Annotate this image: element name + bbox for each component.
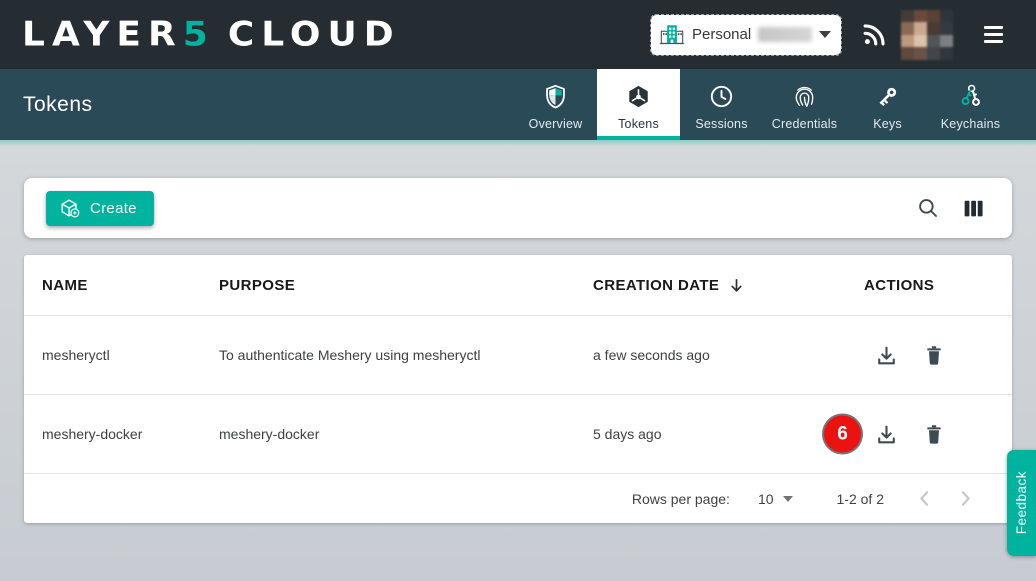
- table-row-meshery-docker: meshery-docker meshery-docker 5 days ago: [24, 395, 1012, 474]
- avatar[interactable]: [901, 10, 953, 60]
- tokens-table: NAME PURPOSE CREATION DATE ACTIONS meshe…: [24, 255, 1012, 523]
- tab-bar: Overview Tokens: [514, 69, 1012, 140]
- column-header-purpose[interactable]: PURPOSE: [219, 277, 593, 294]
- delete-token-button[interactable]: [920, 420, 948, 448]
- shield-icon: [542, 83, 569, 110]
- organization-building-icon: [659, 22, 685, 48]
- column-header-label: CREATION DATE: [593, 277, 719, 294]
- fingerprint-icon: [791, 83, 818, 110]
- tab-label: Credentials: [772, 117, 837, 131]
- subnav: Tokens Overview: [0, 69, 1036, 140]
- cell-purpose: meshery-docker: [219, 426, 593, 442]
- page-title: Tokens: [23, 93, 93, 117]
- token-cube-icon: [625, 83, 652, 110]
- rows-per-page-select[interactable]: 10: [752, 490, 799, 508]
- create-button-label: Create: [90, 200, 137, 217]
- tab-label: Overview: [529, 117, 583, 131]
- cell-name: mesheryctl: [42, 347, 219, 363]
- topbar-right: Personal: [651, 10, 1036, 60]
- cell-creation-date: 5 days ago: [593, 426, 842, 442]
- table-row-mesheryctl: mesheryctl To authenticate Meshery using…: [24, 316, 1012, 395]
- cell-name: meshery-docker: [42, 426, 219, 442]
- rows-per-page-value: 10: [758, 491, 774, 507]
- tab-tokens[interactable]: Tokens: [597, 69, 680, 140]
- page: LAYER5 CLOUD: [0, 0, 1036, 581]
- column-header-name[interactable]: NAME: [42, 277, 219, 294]
- cell-creation-date: a few seconds ago: [593, 347, 842, 363]
- column-header-creation-date[interactable]: CREATION DATE: [593, 276, 842, 295]
- feedback-button[interactable]: Feedback: [1007, 450, 1036, 556]
- key-icon: [874, 83, 901, 110]
- org-switcher[interactable]: Personal: [651, 15, 841, 55]
- tab-label: Keys: [873, 117, 902, 131]
- clock-icon: [708, 83, 735, 110]
- layer5-cloud-logo[interactable]: LAYER5 CLOUD: [22, 15, 401, 54]
- pagination-range: 1-2 of 2: [837, 491, 884, 507]
- tab-credentials[interactable]: Credentials: [763, 69, 846, 140]
- subnav-glow-divider: [0, 140, 1036, 146]
- tab-keys[interactable]: Keys: [846, 69, 929, 140]
- logo-text-layer: LAYER: [22, 15, 183, 54]
- sort-descending-icon: [727, 276, 746, 295]
- tab-keychains[interactable]: Keychains: [929, 69, 1012, 140]
- toolbar-icons: [913, 193, 988, 223]
- logo-text-cloud: CLOUD: [228, 15, 401, 54]
- create-cube-plus-icon: [59, 197, 81, 219]
- delete-token-button[interactable]: [920, 341, 948, 369]
- tab-sessions[interactable]: Sessions: [680, 69, 763, 140]
- next-page-button[interactable]: [953, 486, 978, 511]
- column-header-actions: ACTIONS: [864, 277, 1012, 294]
- cell-purpose: To authenticate Meshery using mesheryctl: [219, 347, 593, 363]
- rows-per-page-label: Rows per page:: [632, 491, 730, 507]
- create-token-button[interactable]: Create: [46, 191, 154, 226]
- cell-actions: [872, 341, 1012, 370]
- redacted-org-name: [758, 27, 812, 42]
- table-toolbar: Create: [24, 178, 1012, 238]
- org-switcher-label: Personal: [692, 26, 751, 43]
- tab-label: Tokens: [618, 117, 659, 131]
- feedback-label: Feedback: [1014, 471, 1029, 534]
- table-pagination: Rows per page: 10 1-2 of 2: [24, 474, 1012, 523]
- tab-label: Sessions: [695, 117, 747, 131]
- caret-down-icon: [819, 31, 831, 38]
- table-header-row: NAME PURPOSE CREATION DATE ACTIONS: [24, 255, 1012, 316]
- caret-down-icon: [783, 496, 793, 502]
- keychain-icon: [957, 83, 984, 110]
- tab-overview[interactable]: Overview: [514, 69, 597, 140]
- menu-icon[interactable]: [984, 26, 1003, 43]
- topbar: LAYER5 CLOUD: [0, 0, 1036, 69]
- download-token-button[interactable]: [872, 420, 901, 449]
- rss-feed-icon[interactable]: [861, 22, 888, 47]
- previous-page-button[interactable]: [912, 486, 937, 511]
- view-columns-icon[interactable]: [959, 194, 988, 223]
- main-content: Create: [0, 140, 1036, 581]
- logo-text-5: 5: [183, 15, 215, 54]
- search-icon[interactable]: [913, 193, 943, 223]
- download-token-button[interactable]: [872, 341, 901, 370]
- cell-actions: [872, 420, 1012, 449]
- tab-label: Keychains: [941, 117, 1000, 131]
- annotation-marker-6: 6: [824, 416, 861, 453]
